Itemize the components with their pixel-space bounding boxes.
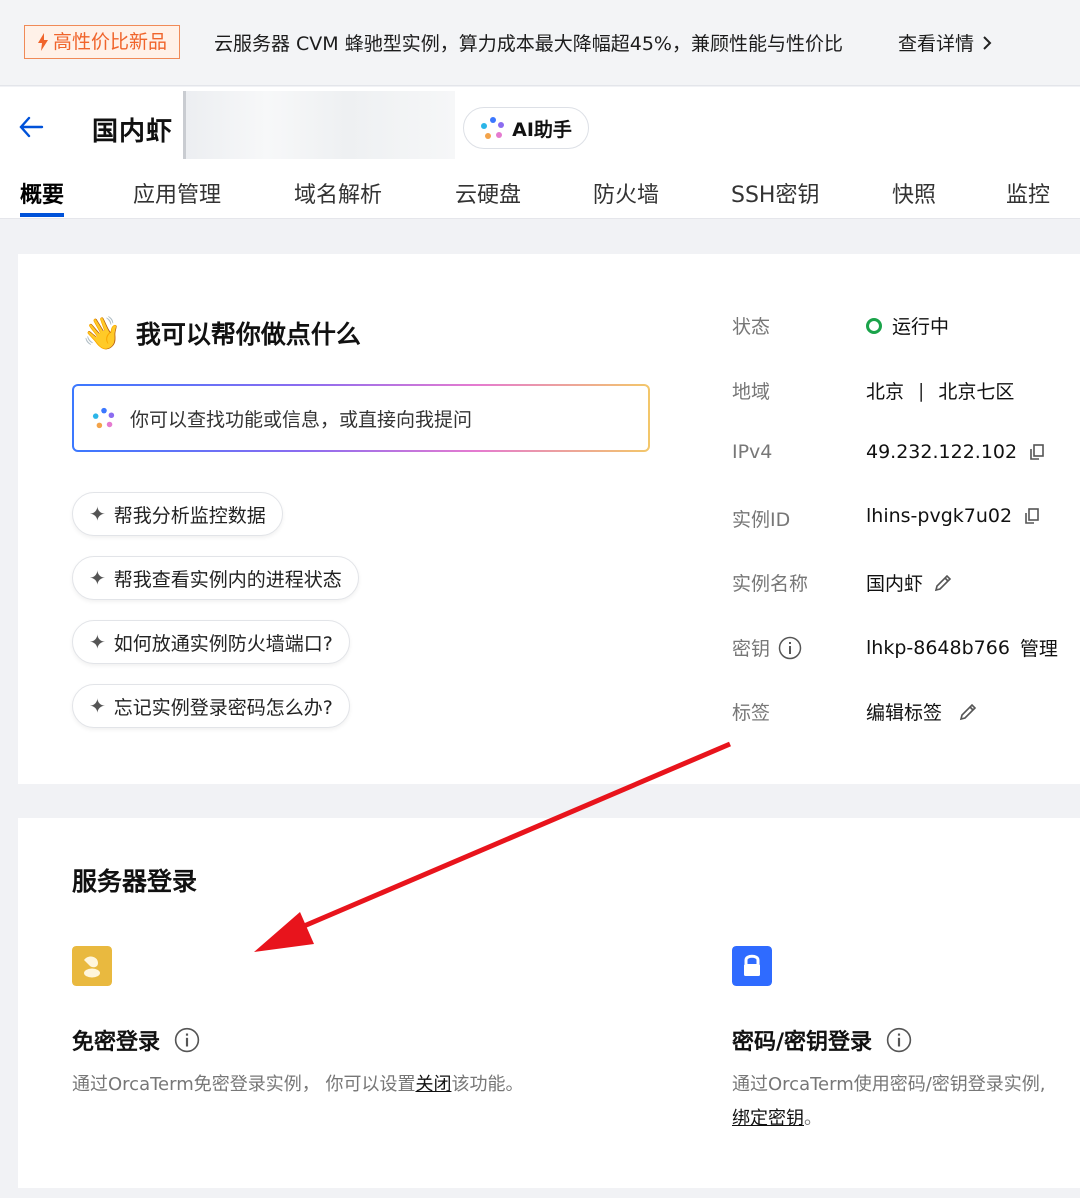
region-label: 地域: [732, 381, 771, 403]
separator: |: [918, 379, 925, 402]
bind-key-row: 绑定密钥。: [732, 1104, 822, 1130]
sparkle-icon: ✦: [89, 630, 106, 654]
pencil-icon[interactable]: [933, 573, 953, 593]
passwordless-login-title: 免密登录: [72, 1024, 200, 1056]
region-value: 北京 | 北京七区: [866, 377, 1014, 404]
suggestion-chip[interactable]: ✦ 帮我分析监控数据: [72, 492, 283, 536]
tab-bar: 概要 应用管理 域名解析 云硬盘 防火墙 SSH密钥 快照 监控: [0, 177, 1080, 219]
sparkle-icon: ✦: [89, 566, 106, 590]
promo-text: 云服务器 CVM 蜂驰型实例，算力成本最大降幅超45%，兼顾性能与性价比: [214, 33, 843, 55]
instance-name-label: 实例名称: [732, 573, 809, 595]
instance-name-text: 国内虾: [866, 573, 924, 595]
region-city: 北京: [866, 381, 905, 403]
redacted-area: [183, 91, 455, 159]
info-circle-icon[interactable]: [778, 636, 802, 660]
lock-icon: [732, 946, 772, 986]
tab-snapshots[interactable]: 快照: [892, 177, 936, 209]
ai-logo-icon: [481, 117, 505, 139]
ai-logo-icon: [92, 407, 115, 429]
ai-assistant-label: AI助手: [512, 118, 572, 141]
assistant-heading: 👋 我可以帮你做点什么: [82, 314, 361, 352]
key-value: lhkp-8648b766 管理: [866, 634, 1058, 661]
key-manage-link[interactable]: 管理: [1020, 634, 1058, 661]
instance-title: 国内虾: [92, 117, 174, 147]
overview-card: 👋 我可以帮你做点什么 你可以查找功能或信息，或直接向我提问 ✦ 帮我分析监控数…: [18, 254, 1080, 784]
page-header: 国内虾 AI助手 概要 应用管理 域名解析 云硬盘 防火墙 SSH密钥 快照 监…: [0, 87, 1080, 219]
password-login-label: 密码/密钥登录: [732, 1030, 873, 1055]
lightning-icon: [38, 33, 48, 51]
sparkle-icon: ✦: [89, 694, 106, 718]
promo-details-label: 查看详情: [898, 33, 975, 55]
status-text: 运行中: [892, 316, 950, 338]
copy-icon[interactable]: [1022, 506, 1042, 526]
ai-assistant-button[interactable]: AI助手: [463, 107, 589, 149]
passwordless-desc-suffix: 该功能。: [451, 1074, 524, 1095]
tab-dns[interactable]: 域名解析: [294, 177, 382, 209]
suggestion-chip[interactable]: ✦ 如何放通实例防火墙端口?: [72, 620, 350, 664]
ipv4-value: 49.232.122.102: [866, 441, 1047, 463]
password-login-desc: 通过OrcaTerm使用密码/密钥登录实例,: [732, 1074, 1046, 1095]
status-label: 状态: [732, 316, 771, 338]
promo-tag[interactable]: 高性价比新品: [24, 25, 181, 59]
instance-id-text: lhins-pvgk7u02: [866, 505, 1013, 527]
bind-key-link[interactable]: 绑定密钥: [732, 1108, 804, 1129]
passwordless-desc-text: 通过OrcaTerm免密登录实例， 你可以设置: [72, 1074, 416, 1095]
password-login-title: 密码/密钥登录: [732, 1024, 912, 1056]
status-value: 运行中: [866, 312, 949, 339]
running-status-icon: [866, 317, 882, 334]
suggestion-chip[interactable]: ✦ 忘记实例登录密码怎么办?: [72, 684, 350, 728]
disable-passwordless-link[interactable]: 关闭: [415, 1074, 451, 1095]
assistant-title: 我可以帮你做点什么: [135, 320, 361, 349]
tab-ssh-keys[interactable]: SSH密钥: [731, 177, 819, 209]
waving-hand-icon: 👋: [82, 314, 122, 352]
chevron-right-icon: [983, 35, 992, 50]
tags-label: 标签: [732, 702, 771, 724]
promo-details-link[interactable]: 查看详情: [898, 29, 992, 56]
instance-id-value: lhins-pvgk7u02: [866, 505, 1042, 527]
promo-tag-label: 高性价比新品: [53, 30, 168, 53]
orcaterm-icon: [72, 946, 112, 986]
assistant-placeholder: 你可以查找功能或信息，或直接向我提问: [130, 408, 473, 431]
key-label: 密钥: [732, 634, 802, 661]
suggestion-chip[interactable]: ✦ 帮我查看实例内的进程状态: [72, 556, 359, 600]
key-label-text: 密钥: [732, 638, 771, 660]
passwordless-login-desc: 通过OrcaTerm免密登录实例， 你可以设置关闭该功能。: [72, 1070, 523, 1096]
region-zone: 北京七区: [938, 381, 1015, 403]
passwordless-login-label: 免密登录: [72, 1030, 161, 1055]
info-circle-icon[interactable]: [886, 1027, 912, 1053]
suggestion-label: 帮我分析监控数据: [113, 504, 266, 527]
tags-value: 编辑标签: [866, 698, 978, 725]
tab-firewall[interactable]: 防火墙: [593, 177, 659, 209]
bind-key-suffix: 。: [804, 1108, 822, 1129]
instance-name-value: 国内虾: [866, 569, 953, 596]
tab-monitoring[interactable]: 监控: [1006, 177, 1050, 209]
suggestion-label: 如何放通实例防火墙端口?: [113, 632, 333, 655]
assistant-input[interactable]: 你可以查找功能或信息，或直接向我提问: [72, 384, 650, 452]
tab-cloud-disk[interactable]: 云硬盘: [455, 177, 521, 209]
instance-id-label: 实例ID: [732, 509, 791, 531]
key-text: lhkp-8648b766: [866, 636, 1010, 659]
tab-overview[interactable]: 概要: [20, 177, 65, 217]
edit-tags-link[interactable]: 编辑标签: [866, 698, 942, 725]
ipv4-label: IPv4: [732, 441, 773, 463]
tab-app-management[interactable]: 应用管理: [133, 177, 221, 209]
ipv4-text: 49.232.122.102: [866, 441, 1018, 463]
promo-banner: 高性价比新品 云服务器 CVM 蜂驰型实例，算力成本最大降幅超45%，兼顾性能与…: [0, 0, 1080, 86]
sparkle-icon: ✦: [89, 502, 106, 526]
suggestion-label: 帮我查看实例内的进程状态: [113, 568, 342, 591]
info-circle-icon[interactable]: [174, 1027, 200, 1053]
pencil-icon[interactable]: [958, 702, 978, 722]
server-login-card: 服务器登录 免密登录 通过OrcaTerm免密登录实例， 你可以设置关闭该功能。…: [18, 818, 1080, 1188]
back-arrow-icon[interactable]: [18, 115, 44, 139]
suggestion-label: 忘记实例登录密码怎么办?: [113, 696, 333, 719]
copy-icon[interactable]: [1027, 442, 1047, 462]
server-login-title: 服务器登录: [72, 867, 198, 896]
